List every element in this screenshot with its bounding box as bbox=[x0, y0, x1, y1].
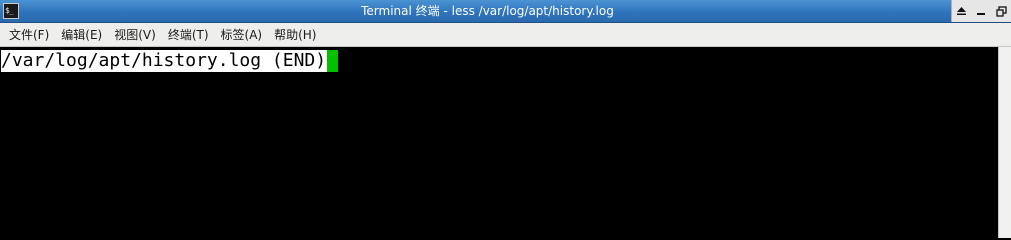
menu-bar: 文件(F) 编辑(E) 视图(V) 终端(T) 标签(A) 帮助(H) bbox=[0, 23, 1011, 47]
vertical-scrollbar[interactable] bbox=[998, 47, 1011, 238]
window-title: Terminal 终端 - less /var/log/apt/history.… bbox=[361, 4, 614, 18]
maximize-icon[interactable] bbox=[994, 4, 1008, 18]
menu-terminal[interactable]: 终端(T) bbox=[162, 24, 215, 46]
text-cursor bbox=[327, 50, 339, 72]
shade-icon[interactable] bbox=[955, 4, 969, 18]
terminal-window: $_ Terminal 终端 - less /var/log/apt/histo… bbox=[0, 0, 1011, 238]
menu-view[interactable]: 视图(V) bbox=[108, 24, 162, 46]
less-status-line: /var/log/apt/history.log (END) bbox=[1, 50, 339, 72]
terminal-output[interactable]: /var/log/apt/history.log (END) bbox=[0, 47, 998, 238]
menu-file[interactable]: 文件(F) bbox=[3, 24, 55, 46]
menu-tabs[interactable]: 标签(A) bbox=[215, 24, 269, 46]
title-bar[interactable]: $_ Terminal 终端 - less /var/log/apt/histo… bbox=[0, 0, 1011, 23]
menu-edit[interactable]: 编辑(E) bbox=[55, 24, 108, 46]
minimize-icon[interactable] bbox=[974, 4, 988, 18]
menu-help[interactable]: 帮助(H) bbox=[268, 24, 322, 46]
window-controls bbox=[951, 0, 1011, 22]
status-line-text: /var/log/apt/history.log (END) bbox=[1, 50, 328, 72]
